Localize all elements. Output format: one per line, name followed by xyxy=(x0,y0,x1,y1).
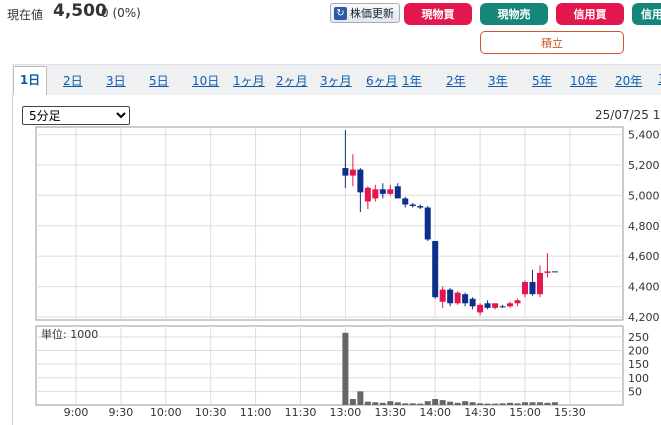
volume-bar xyxy=(349,399,356,405)
volume-bar xyxy=(551,402,558,405)
candle-body xyxy=(514,300,521,304)
time-tick-label: 14:30 xyxy=(464,406,496,419)
volume-tick-label: 150 xyxy=(628,358,649,371)
volume-bar xyxy=(469,402,476,405)
volume-bar xyxy=(544,402,551,405)
time-tick-label: 13:00 xyxy=(330,406,362,419)
time-tick-label: 9:30 xyxy=(109,406,134,419)
candle-body xyxy=(364,187,371,202)
price-tick-label: 5,000 xyxy=(628,189,660,202)
candle-body xyxy=(394,186,401,199)
volume-bar xyxy=(522,402,528,405)
volume-bar xyxy=(529,402,536,405)
time-tick-label: 11:30 xyxy=(285,406,317,419)
time-tick-label: 10:30 xyxy=(195,406,227,419)
volume-bar xyxy=(364,401,371,405)
candle-body xyxy=(439,289,446,302)
time-tick-label: 15:30 xyxy=(554,406,586,419)
candle-body xyxy=(372,189,379,199)
candle-body xyxy=(432,240,439,298)
candle-body xyxy=(551,271,558,273)
candle-body xyxy=(544,271,551,273)
candle-body xyxy=(447,289,454,304)
volume-bar xyxy=(394,402,401,405)
volume-tick-label: 200 xyxy=(628,345,649,358)
time-tick-label: 10:00 xyxy=(150,406,182,419)
volume-bar xyxy=(357,391,364,405)
candle-body xyxy=(477,304,484,313)
candle-body xyxy=(469,298,476,307)
volume-bar xyxy=(417,403,424,405)
candle-body xyxy=(342,168,349,176)
volume-bar xyxy=(372,402,379,405)
price-tick-label: 4,200 xyxy=(628,311,660,324)
volume-bar xyxy=(342,332,349,405)
price-tick-label: 5,400 xyxy=(628,129,660,142)
volume-tick-label: 250 xyxy=(628,331,649,344)
price-tick-label: 4,400 xyxy=(628,281,660,294)
candlestick-chart: 4,2004,4004,6004,8005,0005,2005,400 5010… xyxy=(35,126,660,419)
volume-bar xyxy=(379,402,386,405)
candle-body xyxy=(492,303,499,308)
time-tick-label: 15:00 xyxy=(509,406,541,419)
candle-body xyxy=(507,303,514,307)
candle-body xyxy=(417,206,424,208)
volume-bar xyxy=(477,403,484,405)
volume-unit-label: 単位: 1000 xyxy=(41,327,98,341)
volume-bar xyxy=(454,402,461,405)
volume-bar xyxy=(402,403,409,405)
price-tick-label: 4,600 xyxy=(628,250,660,263)
time-tick-label: 14:00 xyxy=(419,406,451,419)
volume-bar xyxy=(484,403,491,405)
volume-bar xyxy=(447,401,454,405)
candle-body xyxy=(409,204,416,207)
volume-tick-label: 100 xyxy=(628,372,649,385)
candle-body xyxy=(462,294,469,304)
price-tick-label: 5,200 xyxy=(628,159,660,172)
candle-body xyxy=(522,282,528,295)
volume-bar xyxy=(492,403,499,405)
time-tick-label: 9:00 xyxy=(64,406,89,419)
candle-body xyxy=(499,306,506,308)
candle-body xyxy=(402,198,409,205)
volume-bar xyxy=(507,402,514,405)
price-tick-label: 4,800 xyxy=(628,220,660,233)
volume-plot-border xyxy=(35,325,624,406)
candle-body xyxy=(424,207,431,240)
candle-body xyxy=(529,282,536,295)
volume-bar xyxy=(424,401,431,405)
candle-body xyxy=(379,189,386,194)
time-tick-label: 13:30 xyxy=(374,406,406,419)
volume-bar xyxy=(432,399,439,405)
volume-bar xyxy=(409,403,416,405)
candle-body xyxy=(357,169,364,193)
candle-body xyxy=(349,169,356,176)
candle-body xyxy=(484,303,491,308)
volume-bar xyxy=(536,402,543,405)
volume-bar xyxy=(514,403,521,405)
candle-body xyxy=(454,292,461,304)
candle-body xyxy=(536,272,543,295)
time-tick-label: 11:00 xyxy=(240,406,272,419)
volume-bar xyxy=(499,403,506,405)
volume-bar xyxy=(462,401,469,405)
volume-bar xyxy=(387,401,394,405)
candle-body xyxy=(387,189,394,194)
volume-tick-label: 50 xyxy=(628,385,642,398)
volume-bar xyxy=(439,400,446,405)
